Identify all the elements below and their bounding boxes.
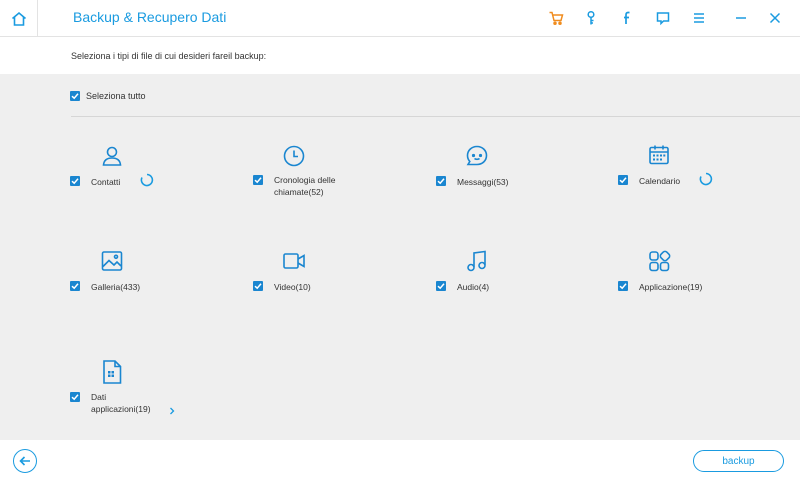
instructions-bar: Seleziona i tipi di file di cui desideri… [0, 38, 800, 74]
calendar-icon [647, 143, 671, 167]
image-icon [100, 249, 124, 273]
footer-bar: backup [0, 440, 800, 481]
facebook-icon[interactable] [617, 8, 637, 28]
file-type-panel: Seleziona tutto Contatti Cronologia dell… [0, 74, 800, 440]
video-icon [282, 249, 306, 273]
gallery-checkbox[interactable] [70, 281, 80, 291]
message-icon [465, 144, 489, 168]
music-icon [465, 249, 489, 273]
menu-icon[interactable] [689, 8, 709, 28]
loading-spinner [140, 173, 154, 187]
cart-icon[interactable] [546, 8, 566, 28]
close-icon[interactable] [765, 8, 785, 28]
minimize-icon[interactable] [731, 8, 751, 28]
audio-label: Audio(4) [457, 282, 490, 292]
messages-checkbox[interactable] [436, 176, 446, 186]
app-data-checkbox[interactable] [70, 392, 80, 402]
key-icon[interactable] [581, 8, 601, 28]
feedback-icon[interactable] [653, 8, 673, 28]
select-all-label: Seleziona tutto [86, 91, 146, 101]
app-data-icon [100, 359, 124, 384]
messages-label: Messaggi(53) [457, 177, 509, 187]
contacts-checkbox[interactable] [70, 176, 80, 186]
back-arrow-icon [19, 456, 30, 466]
video-label: Video(10) [274, 282, 311, 292]
title-separator [37, 0, 38, 37]
apps-label: Applicazione(19) [639, 282, 703, 292]
call-history-label: Cronologia delle chiamate(52) [274, 175, 336, 197]
contacts-icon [100, 144, 124, 168]
call-history-checkbox[interactable] [253, 175, 263, 185]
title-bar: Backup & Recupero Dati [0, 0, 800, 37]
apps-icon [647, 249, 671, 273]
window-title: Backup & Recupero Dati [73, 9, 227, 25]
calendar-checkbox[interactable] [618, 175, 628, 185]
audio-checkbox[interactable] [436, 281, 446, 291]
apps-checkbox[interactable] [618, 281, 628, 291]
backup-button[interactable]: backup [693, 450, 784, 472]
clock-icon [282, 144, 306, 168]
app-data-label: Dati applicazioni(19) [91, 392, 151, 414]
app-window: Backup & Recupero Dati Seleziona i tipi … [0, 0, 800, 481]
select-all-checkbox[interactable] [70, 91, 80, 101]
video-checkbox[interactable] [253, 281, 263, 291]
divider [71, 116, 800, 117]
back-button[interactable] [13, 449, 37, 473]
home-icon[interactable] [0, 0, 37, 37]
chevron-right-icon[interactable] [167, 403, 177, 415]
calendar-label: Calendario [639, 176, 681, 186]
instructions-text: Seleziona i tipi di file di cui desideri… [71, 51, 267, 61]
contacts-label: Contatti [91, 177, 121, 187]
gallery-label: Galleria(433) [91, 282, 141, 292]
loading-spinner [699, 172, 713, 186]
